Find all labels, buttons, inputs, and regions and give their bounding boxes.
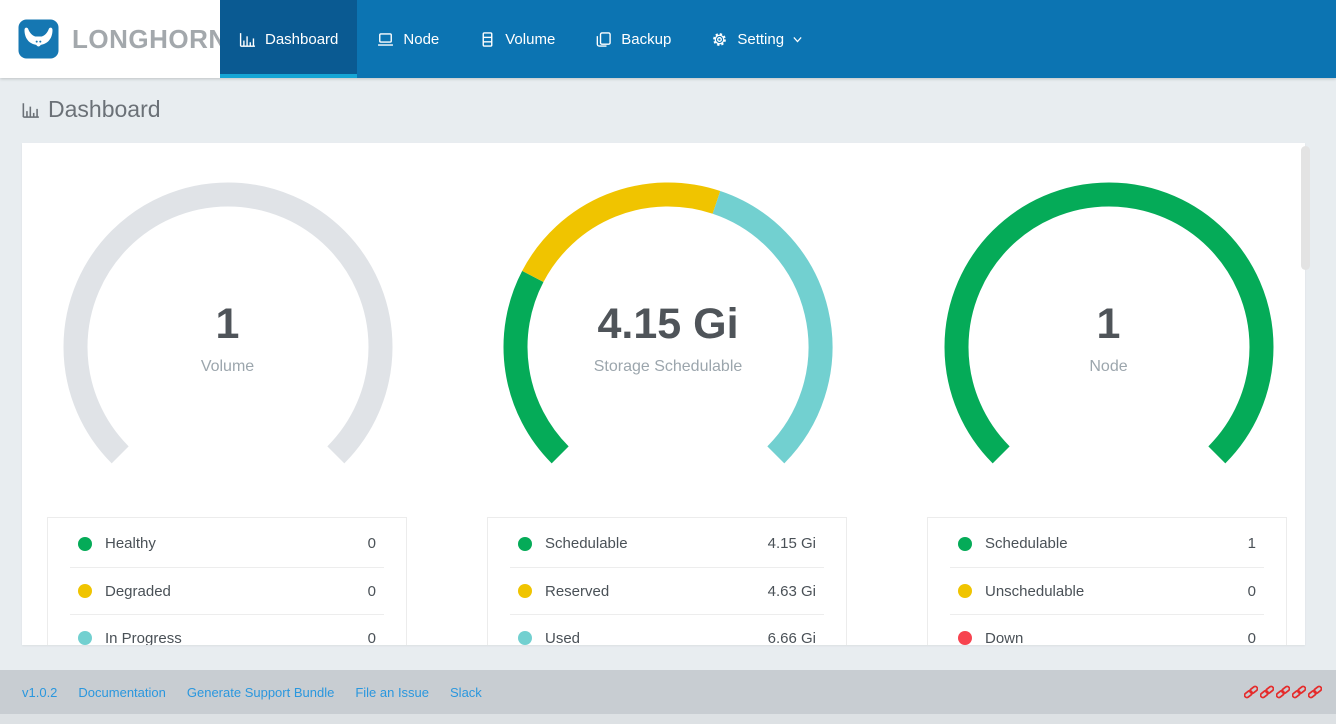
longhorn-logo-icon bbox=[18, 19, 59, 59]
link-icon[interactable] bbox=[1292, 685, 1306, 699]
gauge-label: Volume bbox=[68, 356, 388, 378]
legend-row: Degraded 0 bbox=[70, 567, 384, 614]
gauge-label: Node bbox=[949, 356, 1269, 378]
link-icon[interactable] bbox=[1276, 685, 1290, 699]
brand-logo-area[interactable]: LONGHORN bbox=[0, 0, 220, 78]
gear-icon bbox=[711, 31, 728, 48]
legend-color-dot bbox=[78, 537, 92, 551]
legend-value: 4.63 Gi bbox=[768, 583, 816, 600]
backup-icon bbox=[595, 31, 612, 48]
legend-row: In Progress 0 bbox=[70, 614, 384, 645]
nav-item-backup[interactable]: Backup bbox=[575, 0, 691, 78]
legend-color-dot bbox=[518, 631, 532, 645]
footer-bottom-strip bbox=[0, 714, 1336, 724]
page-title: Dashboard bbox=[22, 96, 161, 123]
gauge-value: 4.15 Gi bbox=[508, 299, 828, 349]
nav-item-setting[interactable]: Setting bbox=[691, 0, 824, 78]
footer-link-documentation[interactable]: Documentation bbox=[78, 685, 165, 700]
legend-label: Schedulable bbox=[985, 535, 1068, 552]
chevron-down-icon bbox=[791, 33, 804, 46]
legend-color-dot bbox=[958, 537, 972, 551]
bar-chart-icon bbox=[239, 31, 256, 48]
legend-value: 0 bbox=[368, 583, 376, 600]
legend-value: 1 bbox=[1248, 535, 1256, 552]
bar-chart-icon bbox=[22, 101, 40, 119]
legend-value: 4.15 Gi bbox=[768, 535, 816, 552]
legend-color-dot bbox=[958, 631, 972, 645]
legend-label: Unschedulable bbox=[985, 583, 1084, 600]
legend-row: Schedulable 1 bbox=[950, 520, 1264, 567]
link-icon[interactable] bbox=[1260, 685, 1274, 699]
nav-item-volume[interactable]: Volume bbox=[459, 0, 575, 78]
volume-legend: Healthy 0 Degraded 0 In Progress 0 bbox=[47, 517, 407, 645]
legend-row: Down 0 bbox=[950, 614, 1264, 645]
legend-row: Reserved 4.63 Gi bbox=[510, 567, 824, 614]
nav-item-dashboard[interactable]: Dashboard bbox=[220, 0, 357, 78]
legend-value: 0 bbox=[1248, 630, 1256, 646]
main-nav: DashboardNodeVolumeBackupSetting bbox=[220, 0, 824, 78]
nav-item-node[interactable]: Node bbox=[357, 0, 459, 78]
legend-row: Schedulable 4.15 Gi bbox=[510, 520, 824, 567]
legend-label: Reserved bbox=[545, 583, 609, 600]
gauge-label: Storage Schedulable bbox=[508, 356, 828, 378]
legend-row: Used 6.66 Gi bbox=[510, 614, 824, 645]
page-title-text: Dashboard bbox=[48, 96, 161, 123]
link-icon[interactable] bbox=[1244, 685, 1258, 699]
storage-schedulable-gauge-center: 4.15 Gi Storage Schedulable bbox=[508, 299, 828, 378]
link-icon[interactable] bbox=[1308, 685, 1322, 699]
brand-name: LONGHORN bbox=[72, 24, 228, 55]
legend-label: Schedulable bbox=[545, 535, 628, 552]
legend-row: Unschedulable 0 bbox=[950, 567, 1264, 614]
legend-label: Used bbox=[545, 630, 580, 646]
node-gauge-center: 1 Node bbox=[949, 299, 1269, 378]
legend-color-dot bbox=[518, 537, 532, 551]
gauge-value: 1 bbox=[949, 299, 1269, 349]
volume-gauge-center: 1 Volume bbox=[68, 299, 388, 378]
legend-label: Healthy bbox=[105, 535, 156, 552]
footer-link-generate-support-bundle[interactable]: Generate Support Bundle bbox=[187, 685, 334, 700]
legend-row: Healthy 0 bbox=[70, 520, 384, 567]
footer-link-file-an-issue[interactable]: File an Issue bbox=[355, 685, 429, 700]
version-label: v1.0.2 bbox=[22, 685, 57, 700]
node-legend: Schedulable 1 Unschedulable 0 Down 0 bbox=[927, 517, 1287, 645]
legend-value: 0 bbox=[368, 535, 376, 552]
legend-value: 0 bbox=[368, 630, 376, 646]
volume-icon bbox=[479, 31, 496, 48]
legend-color-dot bbox=[518, 584, 532, 598]
legend-value: 0 bbox=[1248, 583, 1256, 600]
legend-color-dot bbox=[78, 631, 92, 645]
footer-bar: v1.0.2 Documentation Generate Support Bun… bbox=[0, 670, 1336, 714]
legend-color-dot bbox=[958, 584, 972, 598]
scrollbar-thumb[interactable] bbox=[1301, 146, 1310, 270]
legend-value: 6.66 Gi bbox=[768, 630, 816, 646]
storage-schedulable-legend: Schedulable 4.15 Gi Reserved 4.63 Gi Used 6.6… bbox=[487, 517, 847, 645]
footer-link-slack[interactable]: Slack bbox=[450, 685, 482, 700]
legend-label: Down bbox=[985, 630, 1023, 646]
broken-link-icons bbox=[1244, 685, 1322, 699]
legend-color-dot bbox=[78, 584, 92, 598]
legend-label: In Progress bbox=[105, 630, 182, 646]
dashboard-card: 1 Volume Healthy 0 Degraded 0 In Progress 0 4.15… bbox=[22, 143, 1305, 645]
gauge-value: 1 bbox=[68, 299, 388, 349]
top-nav-bar: LONGHORN DashboardNodeVolumeBackupSettin… bbox=[0, 0, 1336, 78]
legend-label: Degraded bbox=[105, 583, 171, 600]
node-icon bbox=[377, 31, 394, 48]
